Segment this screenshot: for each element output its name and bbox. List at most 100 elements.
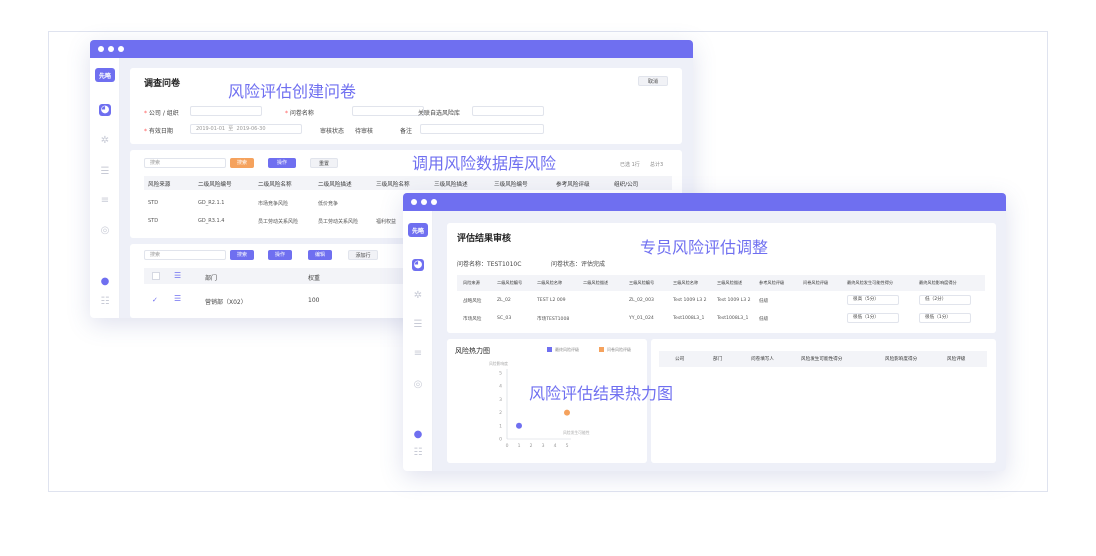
risk-search-input[interactable]: 搜索 (144, 158, 226, 168)
add-row-button[interactable]: 添加行 (348, 250, 378, 260)
y-tick-label: 5 (499, 371, 502, 377)
evaluation-column-header: 最终风险影响度得分 (919, 280, 957, 285)
page-title: 调查问卷 (144, 79, 181, 89)
y-tick-label: 4 (499, 384, 502, 390)
sidebar: 先略 ◕ ✲ ☰ ≡ ◎ ● ☷ (403, 211, 433, 471)
gear-icon[interactable]: ✲ (412, 290, 424, 302)
score-select-value: 很低（1分） (853, 315, 879, 320)
app-logo: 先略 (408, 223, 428, 237)
evaluation-table-cell: Test1008L3_1 (673, 316, 705, 321)
x-tick-label: 3 (542, 443, 545, 449)
questionnaire-input[interactable] (352, 106, 424, 116)
score-select[interactable]: 很低（1分） (847, 313, 899, 323)
dept-edit-button[interactable]: 编辑 (308, 250, 332, 260)
operation-button[interactable]: 操作 (268, 158, 296, 168)
caption-create-questionnaire: 风险评估创建问卷 (228, 82, 357, 101)
gear-icon[interactable]: ✲ (99, 135, 111, 147)
database-icon[interactable]: ≡ (99, 195, 111, 207)
dept-search-placeholder: 搜索 (150, 252, 161, 258)
dept-weight-cell: 100 (308, 297, 320, 304)
user-icon[interactable]: ● (412, 429, 424, 441)
list-icon[interactable]: ☰ (99, 166, 111, 178)
pie-chart-icon[interactable]: ◕ (412, 259, 424, 271)
risk-column-header: 二级风险编号 (198, 182, 232, 188)
evaluation-column-header: 参考风险评级 (759, 280, 785, 285)
result-column-header: 风险发生可能性得分 (801, 357, 843, 362)
menu-icon[interactable]: ☷ (412, 447, 424, 459)
risk-table-cell: 员工劳动关系风险 (318, 219, 359, 225)
window-dot (118, 46, 124, 52)
meta-status-label: 问卷状态： (551, 261, 582, 268)
pie-chart-icon[interactable]: ◕ (99, 104, 111, 116)
evaluation-table-cell: ZL_02 (497, 298, 511, 303)
evaluation-column-header: 二级风险编号 (497, 280, 523, 285)
heatmap-chart: 0 1 2 3 4 5 0 1 2 3 4 5 风险影响度风险发生可能性 (489, 361, 590, 449)
form-card: 调查问卷 取消 * 公司 / 组织 * 问卷名称 关联自选风险库 * 有效日期 … (130, 68, 682, 144)
risk-table-cell: GD_R2.1.1 (198, 200, 225, 206)
company-select[interactable] (190, 106, 262, 116)
caption-heatmap: 风险评估结果热力图 (529, 384, 674, 403)
evaluation-table-cell: SC_03 (497, 316, 512, 321)
y-tick-label: 1 (499, 423, 502, 429)
evaluation-column-header: 问卷风险评级 (803, 280, 829, 285)
search-button[interactable]: 搜索 (230, 158, 254, 168)
evaluation-title: 评估结果审核 (457, 234, 512, 244)
list-icon[interactable]: ☰ (412, 319, 424, 331)
database-icon[interactable]: ≡ (412, 348, 424, 360)
risk-column-header: 二级风险描述 (318, 182, 352, 188)
score-select[interactable]: 很高（5分） (847, 295, 899, 305)
risk-table-cell: 低价竞争 (318, 201, 339, 207)
evaluation-column-header: 风险来源 (463, 280, 480, 285)
window-dot (98, 46, 104, 52)
evaluation-column-header: 三级风险描述 (717, 280, 743, 285)
x-tick-label: 2 (530, 443, 533, 449)
risk-table-cell: STD (148, 218, 159, 224)
score-select[interactable]: 低（2分） (919, 295, 971, 305)
evaluation-column-header: 二级风险名称 (537, 280, 563, 285)
meta-status-value: 评估完成 (581, 261, 606, 268)
menu-icon[interactable]: ☷ (99, 296, 111, 308)
row-checkbox-checked[interactable]: ✓ (152, 296, 158, 304)
caption-call-risk-db: 调用风险数据库风险 (412, 154, 557, 173)
risk-column-header: 三级风险描述 (434, 182, 468, 188)
search-placeholder: 搜索 (150, 160, 161, 166)
select-all-checkbox[interactable] (152, 272, 160, 280)
x-tick-label: 1 (518, 443, 521, 449)
globe-icon[interactable]: ◎ (99, 225, 111, 237)
window-dot (431, 199, 437, 205)
result-column-header: 问卷填写人 (751, 357, 774, 362)
dept-search-input[interactable]: 搜索 (144, 250, 226, 260)
remark-label: 备注 (400, 128, 413, 135)
risk-column-header: 风险来源 (148, 182, 171, 188)
risk-column-header: 组织/公司 (614, 182, 639, 188)
legend-swatch-questionnaire (599, 347, 604, 352)
questionnaire-label: 问卷名称 (289, 110, 314, 117)
score-select[interactable]: 很低（1分） (919, 313, 971, 323)
date-range-input[interactable]: 2019-01-01 至 2019-06-30 (190, 124, 302, 134)
evaluation-column-header: 三级风险编号 (629, 280, 655, 285)
window-dot (421, 199, 427, 205)
meta-name-value: TEST1010C (487, 261, 522, 268)
link-risk-select[interactable] (472, 106, 544, 116)
review-status-value: 待审核 (355, 128, 374, 135)
y-axis-title: 风险影响度 (489, 361, 508, 366)
evaluation-table-cell: Test1008L3_1 (717, 316, 749, 321)
remark-input[interactable] (420, 124, 544, 134)
dept-search-button[interactable]: 搜索 (230, 250, 254, 260)
user-icon[interactable]: ● (99, 276, 111, 288)
dept-header-weight: 权重 (308, 275, 321, 282)
dept-header-dept: 部门 (205, 275, 218, 282)
evaluation-table-cell: Test 1009 L3 2 (717, 298, 751, 303)
risk-column-header: 二级风险名称 (258, 182, 292, 188)
total-count: 总计3 (650, 162, 664, 168)
risk-column-header: 三级风险名称 (376, 182, 410, 188)
globe-icon[interactable]: ◎ (412, 379, 424, 391)
risk-table-cell: 市场竞争风险 (258, 201, 289, 207)
date-start: 2019-01-01 (196, 126, 226, 132)
sidebar: 先略 ◕ ✲ ☰ ≡ ◎ ● ☷ (90, 58, 120, 318)
link-risk-label: 关联自选风险库 (418, 110, 461, 117)
cancel-button[interactable]: 取消 (638, 76, 668, 86)
dept-operation-button[interactable]: 操作 (268, 250, 292, 260)
reset-button[interactable]: 重置 (310, 158, 338, 168)
x-tick-label: 0 (506, 443, 509, 449)
